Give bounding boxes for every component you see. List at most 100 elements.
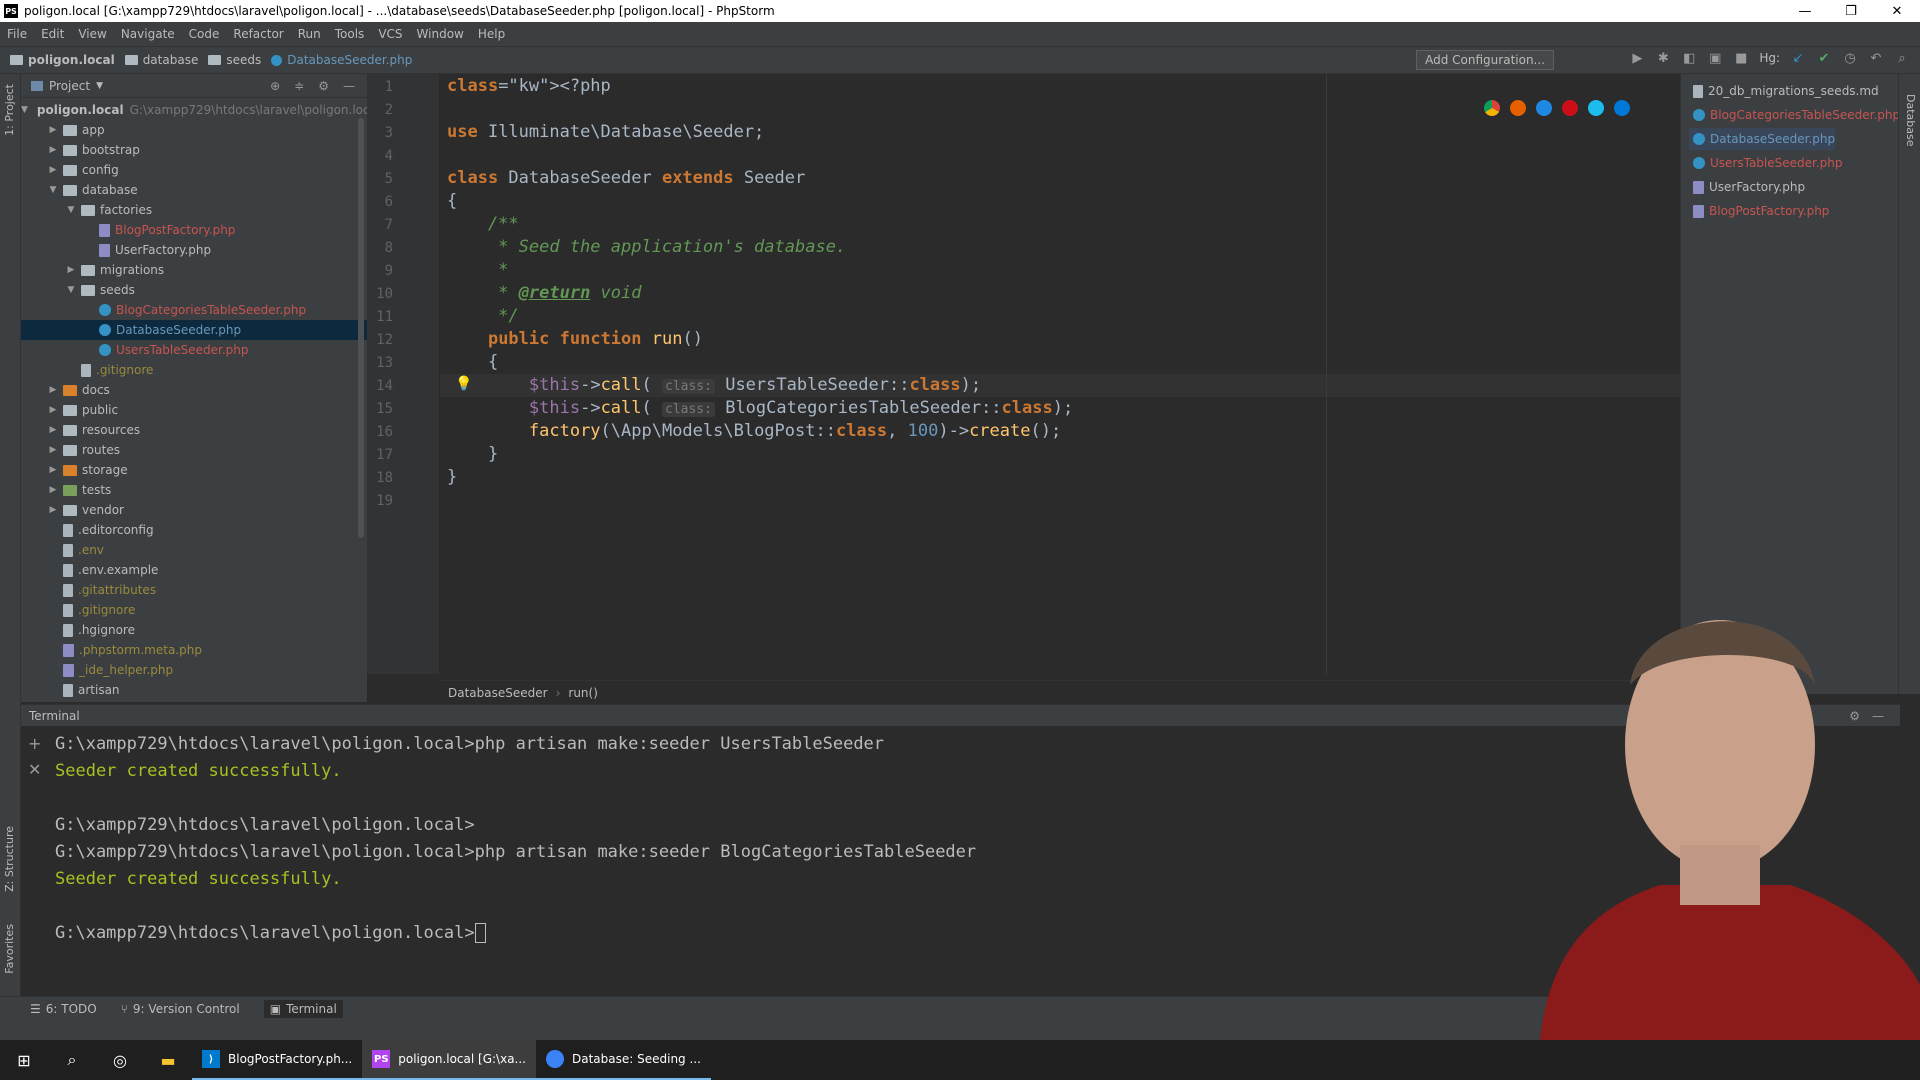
project-tool-tab[interactable]: 1: Project [3,84,16,136]
code-line[interactable]: factory(\App\Models\BlogPost::class, 100… [447,421,1061,441]
tree-item[interactable]: ▶ migrations [21,260,367,280]
menu-window[interactable]: Window [410,27,471,41]
menu-view[interactable]: View [71,27,113,41]
project-scrollbar[interactable] [358,118,364,538]
deploy-icon[interactable]: ▣ [1707,50,1723,66]
tree-item[interactable]: .env.example [21,560,367,580]
taskbar-app-phpstorm[interactable]: PS poligon.local [G:\xa... [362,1040,536,1080]
menu-code[interactable]: Code [182,27,227,41]
recent-file-item[interactable]: DatabaseSeeder.php [1689,128,1836,150]
chevron-down-icon[interactable]: ▼ [65,285,77,295]
tree-item[interactable]: ▼ poligon.local G:\xampp729\htdocs\laravel… [21,100,380,120]
recent-file-item[interactable]: 20_db_migrations_seeds.md [1689,80,1879,102]
tree-item[interactable]: ▶ bootstrap [21,140,367,160]
tree-item[interactable]: ▶ routes [21,440,367,460]
tree-item[interactable]: .gitattributes [21,580,367,600]
firefox-icon[interactable] [1510,100,1526,116]
tree-item[interactable]: ▶ config [21,160,367,180]
menu-edit[interactable]: Edit [34,27,71,41]
taskbar-app-vscode[interactable]: ⟩ BlogPostFactory.ph... [192,1040,363,1080]
menu-tools[interactable]: Tools [328,27,372,41]
chevron-right-icon[interactable]: ▶ [47,125,59,135]
code-line[interactable]: class DatabaseSeeder extends Seeder [447,168,805,188]
code-line[interactable]: $this->call( class: BlogCategoriesTableS… [447,398,1073,418]
hide-icon[interactable]: — [343,79,355,93]
menu-refactor[interactable]: Refactor [226,27,290,41]
code-line[interactable]: public function run() [447,329,703,349]
restore-icon[interactable]: ❐ [1828,0,1874,22]
tree-item[interactable]: ▶ resources [21,420,367,440]
breadcrumb-seeds[interactable]: seeds [208,53,261,67]
code-line[interactable]: * [447,260,508,280]
stop-icon[interactable]: ■ [1733,50,1749,66]
tree-item[interactable]: ▶ public [21,400,367,420]
favorites-tool-tab[interactable]: Favorites [3,924,16,974]
tree-item[interactable]: ▶ tests [21,480,367,500]
code-line[interactable]: */ [447,306,518,326]
chevron-down-icon[interactable]: ▼ [21,105,28,115]
chevron-right-icon[interactable]: ▶ [47,385,59,395]
recent-file-item[interactable]: BlogCategoriesTableSeeder.php [1689,104,1900,126]
collapse-all-icon[interactable]: ≑ [294,79,304,93]
terminal-tab[interactable]: ▣ Terminal [263,999,343,1018]
project-panel-title[interactable]: Project [49,79,90,93]
code-line[interactable]: $this->call( class: UsersTableSeeder::cl… [447,375,981,395]
code-breadcrumb-method[interactable]: run() [568,686,598,700]
run-icon[interactable]: ▶ [1629,50,1645,66]
tree-item[interactable]: .hgignore [21,620,367,640]
chevron-right-icon[interactable]: ▶ [47,405,59,415]
recent-file-item[interactable]: UserFactory.php [1689,176,1805,198]
safari-icon[interactable] [1536,100,1552,116]
taskbar-app-chrome[interactable]: Database: Seeding ... [536,1040,711,1080]
code-line[interactable]: } [447,444,498,464]
close-tab-icon[interactable]: ✕ [28,760,41,779]
coverage-icon[interactable]: ◧ [1681,50,1697,66]
tree-item[interactable]: ▼ database [21,180,367,200]
tree-item[interactable]: BlogPostFactory.php [21,220,367,240]
code-line[interactable]: { [447,352,498,372]
tree-item[interactable]: .gitignore [21,600,367,620]
opera-icon[interactable] [1562,100,1578,116]
tree-item[interactable]: _ide_helper.php [21,660,367,680]
tree-item[interactable]: .env [21,540,367,560]
menu-navigate[interactable]: Navigate [114,27,182,41]
new-tab-icon[interactable]: + [28,734,41,753]
breadcrumb-file[interactable]: DatabaseSeeder.php [271,53,412,67]
search-icon[interactable]: ⌕ [48,1040,96,1080]
structure-tool-tab[interactable]: Z: Structure [3,826,16,892]
task-view-icon[interactable]: ◎ [96,1040,144,1080]
database-tool-tab[interactable]: Database [1904,94,1917,147]
vcs-commit-icon[interactable]: ✔ [1816,50,1832,66]
code-line[interactable]: * @return void [447,283,641,303]
chrome-icon[interactable] [1484,100,1500,116]
file-explorer-icon[interactable]: ▬ [144,1040,192,1080]
chevron-right-icon[interactable]: ▶ [47,425,59,435]
code-line[interactable]: use Illuminate\Database\Seeder; [447,122,764,142]
tree-item[interactable]: ▶ storage [21,460,367,480]
tree-item[interactable]: DatabaseSeeder.php [21,320,367,340]
menu-vcs[interactable]: VCS [371,27,409,41]
breadcrumb-project[interactable]: poligon.local [10,53,115,67]
menu-help[interactable]: Help [471,27,512,41]
tree-item[interactable]: ▶ docs [21,380,367,400]
chevron-right-icon[interactable]: ▶ [47,445,59,455]
tree-item[interactable]: .gitignore [21,360,367,380]
tree-item[interactable]: UsersTableSeeder.php [21,340,367,360]
version-control-tab[interactable]: ⑂ 9: Version Control [121,1002,240,1016]
tree-item[interactable]: artisan [21,680,367,700]
recent-file-item[interactable]: BlogPostFactory.php [1689,200,1829,222]
breadcrumb-database[interactable]: database [124,53,198,67]
todo-tab[interactable]: ☰ 6: TODO [30,1002,97,1016]
tree-item[interactable]: ▼ seeds [21,280,367,300]
recent-file-item[interactable]: UsersTableSeeder.php [1689,152,1843,174]
chevron-down-icon[interactable]: ▼ [65,205,77,215]
code-line[interactable]: /** [447,214,519,234]
tree-item[interactable]: UserFactory.php [21,240,367,260]
tree-item[interactable]: .editorconfig [21,520,367,540]
add-configuration-button[interactable]: Add Configuration... [1416,50,1554,70]
chevron-down-icon[interactable]: ▼ [96,81,103,91]
chevron-down-icon[interactable]: ▼ [47,185,59,195]
edge-icon[interactable] [1614,100,1630,116]
chevron-right-icon[interactable]: ▶ [47,485,59,495]
tree-item[interactable]: ▶ vendor [21,500,367,520]
